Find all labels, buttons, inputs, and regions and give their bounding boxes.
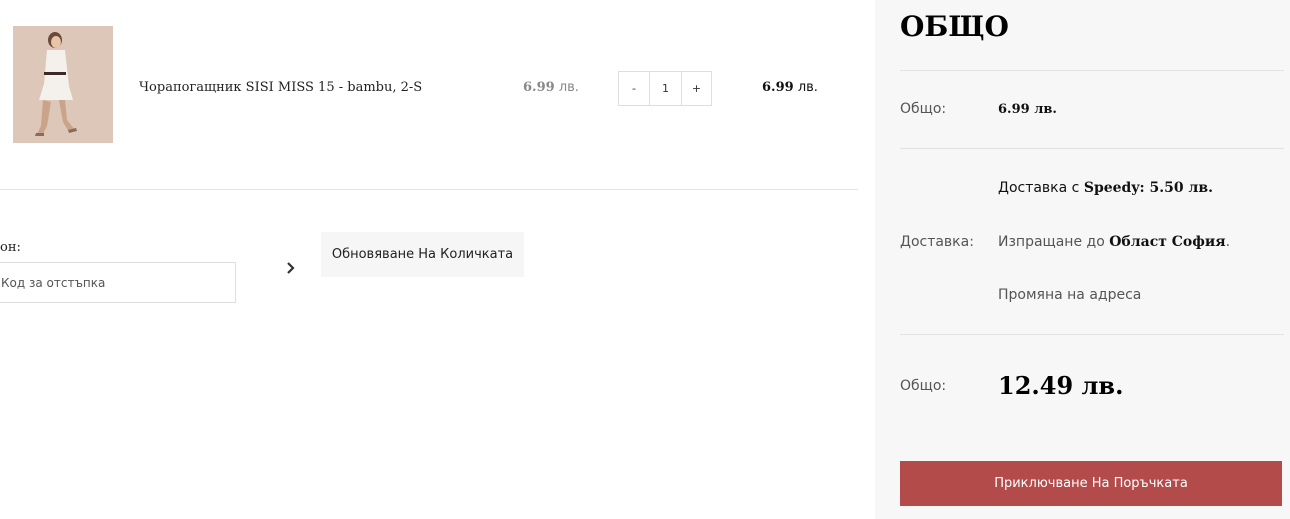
- divider: [0, 189, 858, 190]
- grand-total: 12.49 лв.: [998, 371, 1124, 400]
- quantity-stepper: - 1 +: [618, 71, 712, 106]
- order-summary: ОБЩО Общо: 6.99 лв. Доставка с Speedy: 5…: [875, 0, 1290, 519]
- qty-decrease-button[interactable]: -: [619, 72, 649, 105]
- chevron-right-icon: [287, 262, 295, 274]
- change-address: Промяна на адреса: [998, 287, 1141, 303]
- subtotal-value: 6.99 лв.: [998, 102, 1057, 117]
- summary-title: ОБЩО: [900, 10, 1009, 43]
- update-cart-button[interactable]: Обновяване На Количката: [321, 232, 524, 277]
- qty-input[interactable]: 1: [649, 72, 681, 105]
- shipping-method: Доставка с Speedy: 5.50 лв.: [998, 180, 1213, 196]
- shipping-carrier: Speedy:: [1083, 180, 1145, 196]
- divider: [900, 148, 1284, 149]
- product-thumbnail[interactable]: [13, 26, 113, 143]
- shipping-label: Доставка:: [900, 234, 974, 250]
- coupon-input[interactable]: [0, 262, 236, 303]
- line-total-value: 6.99: [762, 80, 794, 95]
- coupon-label: он:: [0, 240, 21, 255]
- unit-price-currency: лв.: [558, 80, 579, 95]
- total-label: Общо:: [900, 378, 947, 394]
- ship-to: Изпращане до Област София.: [998, 234, 1230, 250]
- qty-increase-button[interactable]: +: [681, 72, 711, 105]
- line-total: 6.99 лв.: [762, 80, 818, 95]
- change-address-link[interactable]: Промяна на адреса: [998, 287, 1141, 303]
- product-name[interactable]: Чорапогащник SISI MISS 15 - bambu, 2-S: [139, 80, 422, 95]
- product-image: [13, 26, 113, 143]
- checkout-button[interactable]: Приключване На Поръчката: [900, 461, 1282, 506]
- unit-price: 6.99 лв.: [523, 80, 579, 95]
- ship-to-suffix: .: [1225, 234, 1231, 250]
- divider: [900, 334, 1284, 335]
- subtotal-label: Общо:: [900, 101, 947, 117]
- shipping-price: 5.50 лв.: [1144, 180, 1213, 196]
- line-total-currency: лв.: [797, 80, 818, 95]
- divider: [900, 70, 1284, 71]
- apply-coupon-button[interactable]: [279, 257, 303, 279]
- ship-to-region: Област София: [1109, 234, 1226, 250]
- ship-to-prefix: Изпращане до: [998, 234, 1110, 250]
- unit-price-value: 6.99: [523, 80, 555, 95]
- shipping-method-prefix: Доставка с: [998, 180, 1084, 196]
- subtotal-amount: 6.99 лв.: [998, 102, 1057, 117]
